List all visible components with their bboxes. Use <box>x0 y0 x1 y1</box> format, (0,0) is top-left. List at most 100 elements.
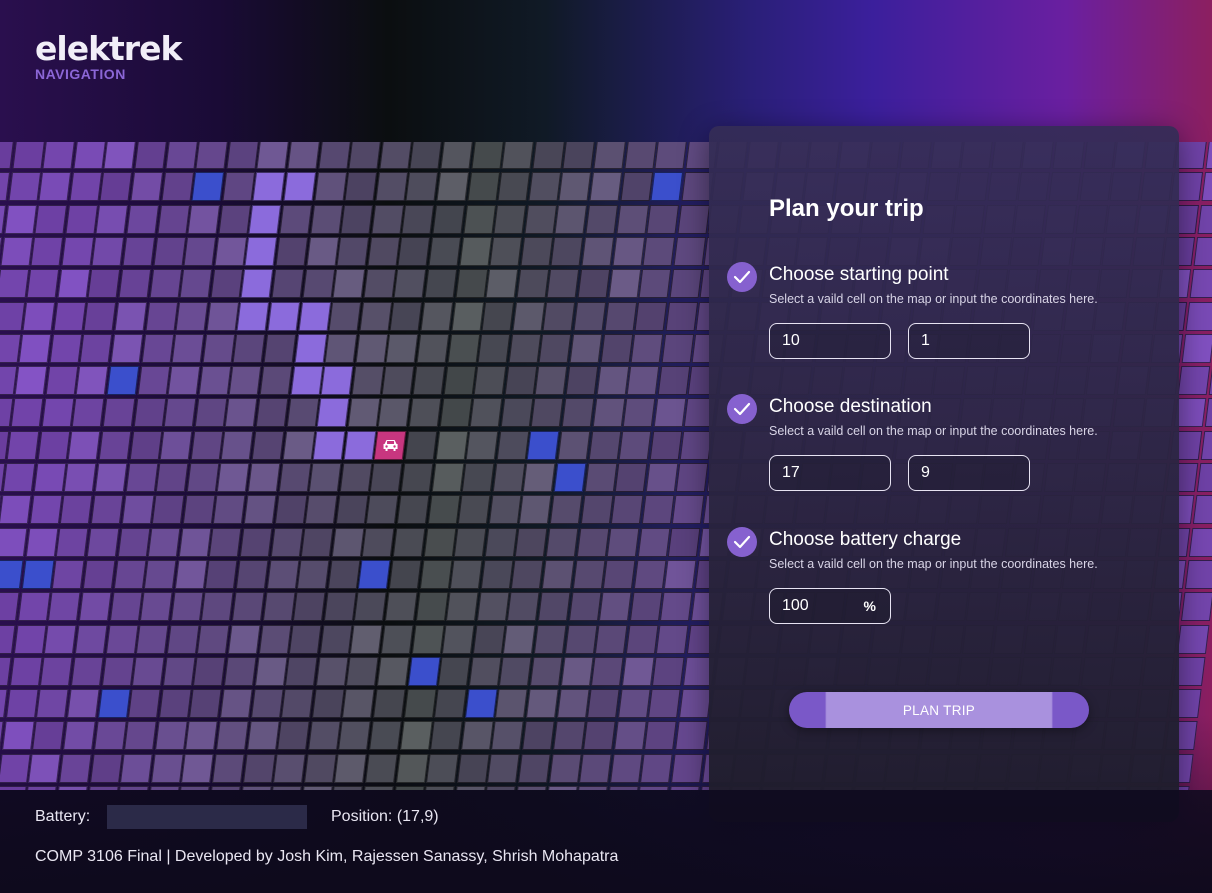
map-cell[interactable] <box>194 398 228 428</box>
map-cell[interactable] <box>653 398 687 428</box>
map-cell[interactable] <box>405 172 439 202</box>
map-cell[interactable] <box>461 463 495 492</box>
map-cell[interactable] <box>588 430 621 460</box>
map-cell[interactable] <box>618 430 652 460</box>
map-cell[interactable] <box>0 301 25 331</box>
map-cell[interactable] <box>48 592 81 622</box>
map-cell[interactable] <box>541 559 575 589</box>
map-cell[interactable] <box>537 592 571 622</box>
map-cell[interactable] <box>226 142 259 169</box>
map-cell[interactable] <box>218 204 251 234</box>
map-cell[interactable] <box>424 269 458 299</box>
map-cell[interactable] <box>1201 172 1212 202</box>
map-cell[interactable] <box>480 559 514 589</box>
map-cell[interactable] <box>165 142 198 169</box>
map-cell[interactable] <box>163 398 197 428</box>
map-cell[interactable] <box>306 236 339 266</box>
map-cell[interactable] <box>285 656 318 686</box>
map-cell[interactable] <box>572 559 606 589</box>
map-cell[interactable] <box>72 398 105 428</box>
map-cell[interactable] <box>90 495 124 525</box>
map-cell[interactable] <box>5 689 39 719</box>
map-cell[interactable] <box>64 463 97 492</box>
map-cell[interactable] <box>583 721 616 751</box>
map-cell[interactable] <box>183 236 217 266</box>
map-cell[interactable] <box>599 592 632 622</box>
map-cell[interactable] <box>455 269 488 299</box>
map-cell[interactable] <box>339 463 373 492</box>
map-cell[interactable] <box>492 463 526 492</box>
map-cell[interactable] <box>428 236 462 266</box>
map-cell[interactable] <box>1 721 35 751</box>
map-cell[interactable] <box>370 463 403 492</box>
map-cell[interactable] <box>350 624 383 654</box>
map-cell[interactable] <box>493 204 527 234</box>
map-cell[interactable] <box>137 366 170 396</box>
map-cell[interactable] <box>149 269 182 299</box>
map-cell[interactable] <box>624 142 657 169</box>
map-cell[interactable] <box>250 689 284 719</box>
map-cell[interactable] <box>401 204 435 234</box>
map-cell[interactable] <box>99 172 133 202</box>
map-cell[interactable] <box>247 463 281 492</box>
map-cell[interactable] <box>29 495 63 525</box>
map-cell[interactable] <box>573 301 607 331</box>
map-cell[interactable] <box>552 721 586 751</box>
map-cell[interactable] <box>289 624 322 654</box>
map-cell[interactable] <box>271 269 305 299</box>
map-cell[interactable] <box>419 559 453 589</box>
map-cell[interactable] <box>162 656 196 686</box>
map-cell[interactable] <box>170 592 204 622</box>
map-cell[interactable] <box>167 366 201 396</box>
map-cell[interactable] <box>10 398 44 428</box>
map-cell[interactable] <box>661 333 695 363</box>
map-cell[interactable] <box>134 142 167 169</box>
map-cell[interactable] <box>1181 333 1212 363</box>
map-cell[interactable] <box>451 301 484 331</box>
map-cell[interactable] <box>293 592 326 622</box>
map-cell[interactable] <box>141 333 174 363</box>
map-cell[interactable] <box>612 236 645 266</box>
map-cell[interactable] <box>459 236 492 266</box>
map-cell[interactable] <box>1189 269 1212 299</box>
battery-charge-input[interactable]: 100 % <box>769 588 891 624</box>
map-cell[interactable] <box>154 721 188 751</box>
map-cell[interactable] <box>274 495 307 525</box>
map-cell[interactable] <box>545 527 579 557</box>
map-cell[interactable] <box>239 527 273 557</box>
map-cell[interactable] <box>294 333 327 363</box>
map-cell[interactable] <box>0 269 29 299</box>
map-cell[interactable] <box>564 624 598 654</box>
map-cell[interactable] <box>153 236 186 266</box>
map-cell[interactable] <box>442 624 475 654</box>
map-cell[interactable] <box>511 559 544 589</box>
map-cell[interactable] <box>344 172 378 202</box>
map-cell[interactable] <box>508 333 542 363</box>
map-cell[interactable] <box>0 495 32 525</box>
map-cell[interactable] <box>512 301 545 331</box>
map-cell[interactable] <box>617 689 651 719</box>
map-cell[interactable] <box>485 269 519 299</box>
map-cell[interactable] <box>323 592 357 622</box>
map-cell[interactable] <box>454 527 487 557</box>
map-cell[interactable] <box>33 463 67 492</box>
map-cell[interactable] <box>472 624 506 654</box>
map-cell[interactable] <box>660 592 693 622</box>
map-cell[interactable] <box>57 269 90 299</box>
map-cell[interactable] <box>593 142 626 169</box>
map-cell[interactable] <box>307 721 341 751</box>
map-cell[interactable] <box>1176 624 1210 654</box>
map-cell[interactable] <box>82 559 116 589</box>
map-cell[interactable] <box>580 495 613 525</box>
map-cell[interactable] <box>340 204 374 234</box>
map-cell[interactable] <box>500 398 534 428</box>
map-cell[interactable] <box>577 269 611 299</box>
map-cell[interactable] <box>1177 366 1211 396</box>
map-cell[interactable] <box>242 753 276 783</box>
map-cell[interactable] <box>36 689 69 719</box>
map-cell[interactable] <box>359 301 392 331</box>
map-cell[interactable] <box>273 753 306 783</box>
map-cell[interactable] <box>648 689 681 719</box>
map-cell[interactable] <box>581 236 615 266</box>
map-cell[interactable] <box>279 204 313 234</box>
